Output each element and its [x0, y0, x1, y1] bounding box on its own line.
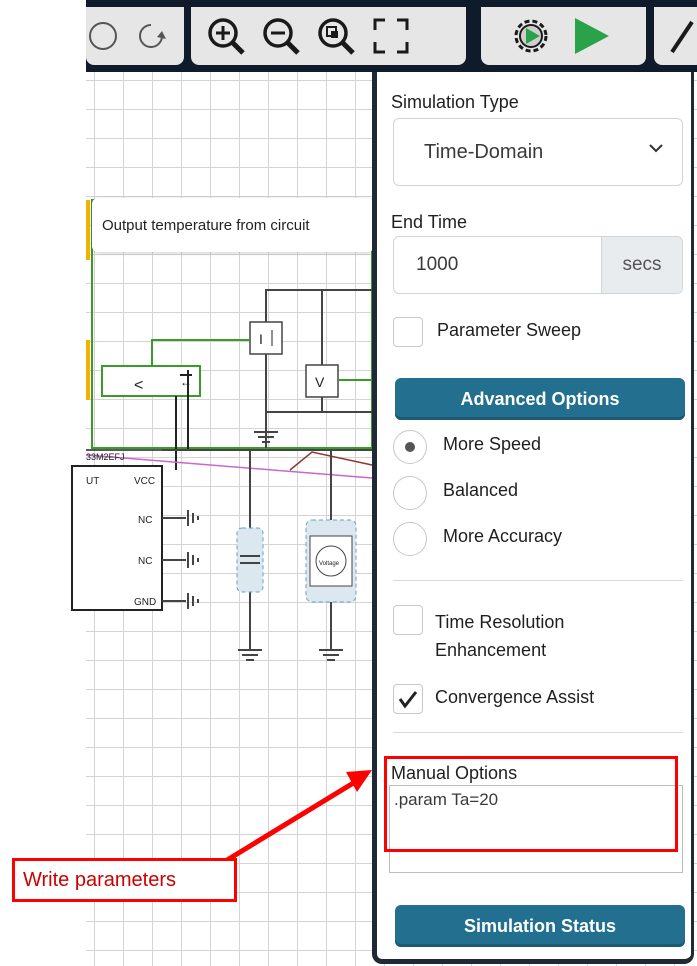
end-time-field[interactable]: 1000 secs — [393, 236, 683, 294]
param-sweep-checkbox[interactable] — [393, 317, 423, 347]
check-icon — [398, 691, 418, 709]
end-time-input[interactable]: 1000 — [394, 237, 601, 293]
probe-icon — [670, 20, 694, 54]
part-label: 33M2EFJ — [86, 452, 125, 462]
chevron-down-icon — [649, 144, 663, 153]
simulation-settings-button[interactable] — [506, 7, 556, 65]
pin-right-1: NC — [138, 515, 152, 526]
manual-options-highlight — [384, 756, 678, 852]
canvas-tooltip: Output temperature from circuit — [92, 198, 374, 252]
convergence-checkbox[interactable] — [393, 684, 423, 714]
undo-icon — [89, 22, 117, 50]
voltage-source-label: Voltage — [319, 561, 340, 567]
fullscreen-button[interactable] — [366, 7, 416, 65]
run-icon — [575, 18, 609, 54]
sim-type-select[interactable]: Time-Domain — [393, 118, 683, 186]
end-time-unit: secs — [601, 237, 682, 293]
sim-type-value: Time-Domain — [424, 140, 544, 163]
param-sweep-label: Parameter Sweep — [437, 320, 582, 340]
run-simulation-button[interactable] — [566, 7, 616, 65]
divider — [393, 732, 683, 733]
annotation-callout: Write parameters — [12, 858, 237, 902]
zoom-fit-icon — [318, 18, 355, 55]
current-meter — [249, 321, 283, 355]
pin-left-0: UT — [86, 476, 99, 487]
pin-right-2: NC — [138, 556, 152, 567]
pin-right-3: GND — [134, 597, 156, 608]
zoom-out-icon — [263, 18, 300, 55]
simulation-status-button[interactable]: Simulation Status — [395, 905, 685, 947]
fullscreen-icon — [373, 18, 409, 54]
mode-radio-accuracy[interactable] — [393, 522, 427, 556]
time-resolution-checkbox[interactable] — [393, 605, 423, 635]
mode-radio-balanced[interactable] — [393, 476, 427, 510]
settings-icon — [514, 19, 548, 53]
undo-button[interactable] — [78, 7, 128, 65]
redo-button[interactable] — [126, 7, 176, 65]
mode-label-accuracy: More Accuracy — [443, 526, 563, 546]
comparator-label: < — [134, 377, 143, 394]
time-resolution-label: Time Resolution Enhancement — [435, 612, 565, 660]
voltage-meter-label: V — [315, 374, 325, 390]
zoom-out-button[interactable] — [256, 7, 306, 65]
history-group — [86, 7, 184, 65]
convergence-label: Convergence Assist — [435, 687, 595, 707]
end-time-label: End Time — [391, 212, 468, 232]
zoom-in-icon — [208, 18, 245, 55]
probe-button[interactable] — [658, 7, 697, 65]
toolbar — [86, 0, 697, 72]
zoom-group — [191, 7, 466, 65]
sim-type-label: Simulation Type — [391, 92, 519, 112]
advanced-options-button[interactable]: Advanced Options — [395, 378, 685, 420]
zoom-in-button[interactable] — [201, 7, 251, 65]
simulate-group — [481, 7, 646, 65]
svg-text:←: ← — [180, 375, 192, 389]
redo-icon — [139, 24, 166, 48]
current-meter-label: I — [259, 331, 263, 347]
divider — [393, 580, 683, 581]
mode-radio-speed[interactable] — [393, 430, 427, 464]
pin-right-0: VCC — [134, 476, 155, 487]
probe-group — [654, 7, 697, 65]
mode-label-speed: More Speed — [443, 434, 542, 454]
radio-selected-dot — [405, 442, 415, 452]
zoom-fit-button[interactable] — [311, 7, 361, 65]
mode-label-balanced: Balanced — [443, 480, 519, 500]
